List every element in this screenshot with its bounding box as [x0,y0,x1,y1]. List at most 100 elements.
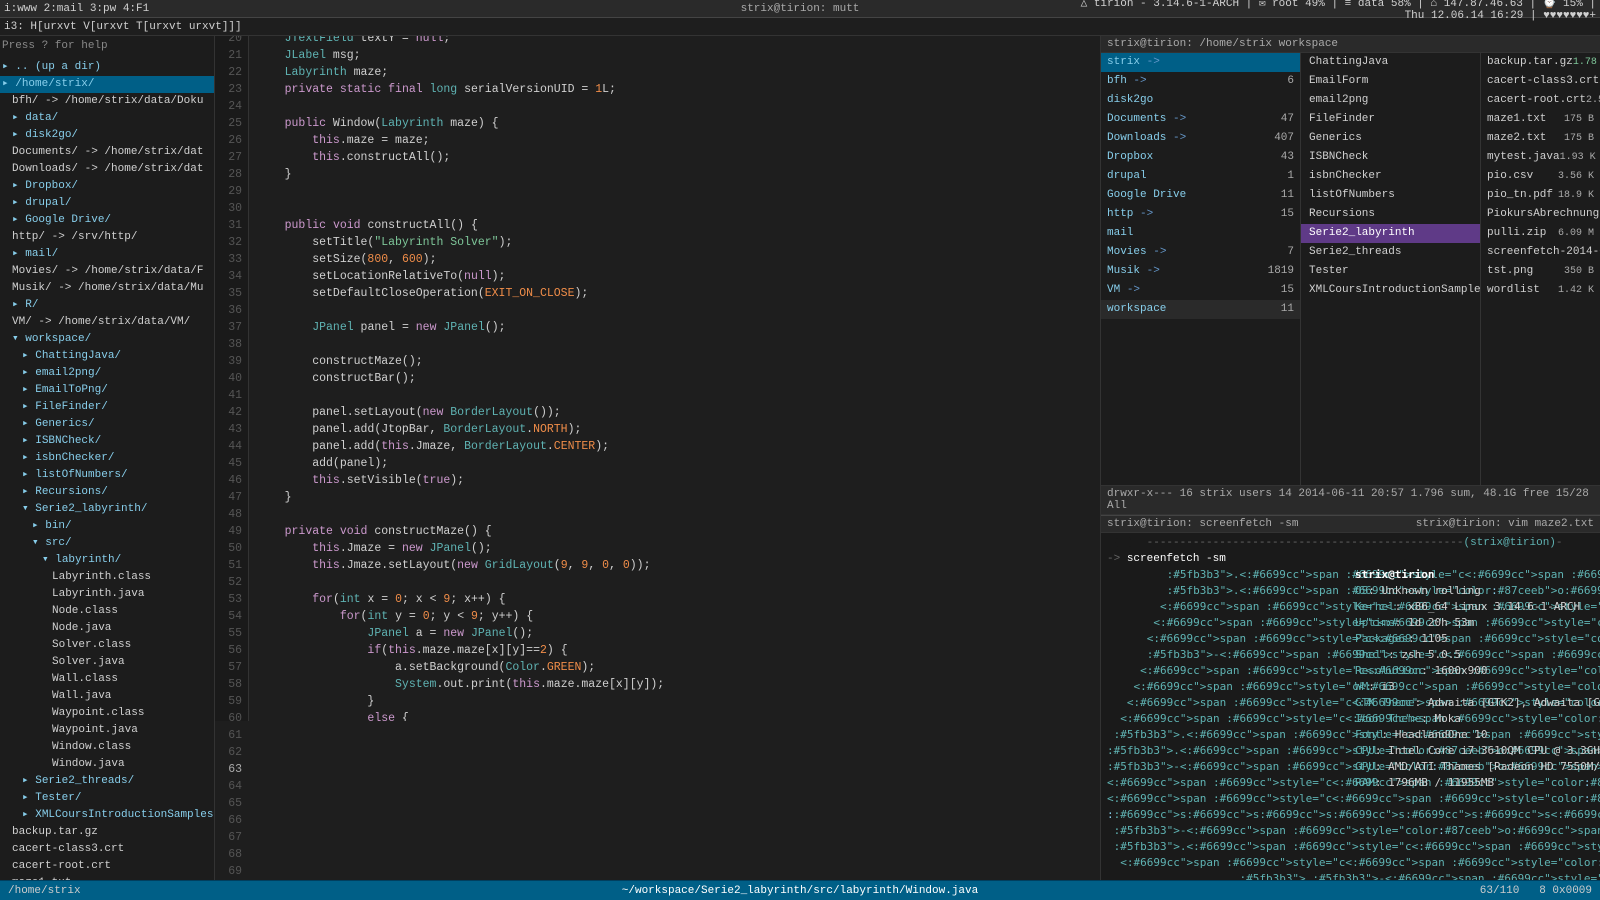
right-filename-item[interactable]: EmailForm [1301,72,1480,91]
right-filename-item[interactable]: isbnChecker [1301,167,1480,186]
sidebar-item[interactable]: ▸ Tester/ [0,790,214,807]
right-filename-item[interactable]: email2png [1301,91,1480,110]
right-filename-item[interactable]: Generics [1301,129,1480,148]
code-content[interactable]: import javax.swing.JButton;import javax.… [249,36,1100,721]
sidebar-item[interactable]: ▸ bin/ [0,518,214,535]
sidebar-item[interactable]: Node.class [0,603,214,620]
sidebar-item[interactable]: ▸ ChattingJava/ [0,348,214,365]
right-filesizes-column[interactable]: backup.tar.gz1.78 Gcacert-class3.crt2.55… [1481,53,1600,485]
sidebar-item[interactable]: ▸ XMLCoursIntroductionSamples/ [0,807,214,824]
sidebar-item[interactable]: ▸ mail/ [0,246,214,263]
right-file-size-item[interactable]: wordlist1.42 K [1481,281,1600,300]
sidebar-item[interactable]: ▾ src/ [0,535,214,552]
sidebar-item[interactable]: ▸ drupal/ [0,195,214,212]
sidebar-item[interactable]: ▾ labyrinth/ [0,552,214,569]
sidebar-item[interactable]: ▸ Serie2_threads/ [0,773,214,790]
ascii-line: :#5fb3b3">.:#5fb3b3">-<:#6699cc">span :#… [1107,871,1347,880]
right-dir-item[interactable]: Movies -> 7 [1101,243,1300,262]
sidebar-item[interactable]: ▸ R/ [0,297,214,314]
right-dir-item[interactable]: drupal 1 [1101,167,1300,186]
sidebar-item[interactable]: ▸ EmailToPng/ [0,382,214,399]
right-dir-item[interactable]: Google Drive 11 [1101,186,1300,205]
right-filename-item[interactable]: listOfNumbers [1301,186,1480,205]
right-dir-item[interactable]: http -> 15 [1101,205,1300,224]
right-dir-item[interactable]: disk2go [1101,91,1300,110]
right-filename-item[interactable]: XMLCoursIntroductionSamples [1301,281,1480,300]
right-file-size-item[interactable]: backup.tar.gz1.78 G [1481,53,1600,72]
sidebar-item[interactable]: ▸ data/ [0,110,214,127]
sidebar-item[interactable]: Wall.class [0,671,214,688]
sidebar-item[interactable]: cacert-root.crt [0,858,214,875]
right-dir-item[interactable]: workspace 11 [1101,300,1300,319]
sidebar-item[interactable]: Labyrinth.class [0,569,214,586]
sidebar-item[interactable]: ▾ workspace/ [0,331,214,348]
sidebar-item[interactable]: Node.java [0,620,214,637]
sidebar-item[interactable]: ▾ Serie2_labyrinth/ [0,501,214,518]
sidebar-item[interactable]: Waypoint.class [0,705,214,722]
sidebar-item[interactable]: ▸ ISBNCheck/ [0,433,214,450]
code-line: this.Jmaze.setLayout(new GridLayout(9, 9… [257,557,1092,574]
sidebar-item[interactable]: maze1.txt [0,875,214,880]
sidebar-item[interactable]: Solver.java [0,654,214,671]
sidebar-item[interactable]: backup.tar.gz [0,824,214,841]
sidebar-item[interactable]: ▸ Dropbox/ [0,178,214,195]
right-filename-item[interactable]: ChattingJava [1301,53,1480,72]
right-dir-item[interactable]: VM -> 15 [1101,281,1300,300]
right-filename-item[interactable]: ISBNCheck [1301,148,1480,167]
sidebar-item[interactable]: ▸ FileFinder/ [0,399,214,416]
right-filename-item[interactable]: Recursions [1301,205,1480,224]
right-file-size-item[interactable]: cacert-root.crt2.51 K [1481,91,1600,110]
sidebar-item[interactable]: http/ -> /srv/http/ [0,229,214,246]
sidebar-item[interactable]: Movies/ -> /home/strix/data/F [0,263,214,280]
right-dir-item[interactable]: Downloads -> 407 [1101,129,1300,148]
right-dir-item[interactable]: strix -> [1101,53,1300,72]
sidebar-item[interactable]: ▸ Recursions/ [0,484,214,501]
sidebar-item[interactable]: ▸ isbnChecker/ [0,450,214,467]
right-dir-item[interactable]: Documents -> 47 [1101,110,1300,129]
right-dir-item[interactable]: Dropbox 43 [1101,148,1300,167]
right-dir-item[interactable]: mail [1101,224,1300,243]
right-file-size-item[interactable]: pio.csv3.56 K [1481,167,1600,186]
sidebar-item[interactable]: ▸ Generics/ [0,416,214,433]
sidebar-item[interactable]: Window.java [0,756,214,773]
sidebar-item[interactable]: Solver.class [0,637,214,654]
terminal-content[interactable]: -(-)- ----------------------------------… [1101,533,1600,880]
right-filename-item[interactable]: FileFinder [1301,110,1480,129]
right-file-size-item[interactable]: pulli.zip6.09 M [1481,224,1600,243]
right-filename-item[interactable]: Tester [1301,262,1480,281]
sidebar-item[interactable]: ▸ email2png/ [0,365,214,382]
sidebar-item[interactable]: Downloads/ -> /home/strix/dat [0,161,214,178]
sidebar-item[interactable]: ▸ listOfNumbers/ [0,467,214,484]
right-dir-item[interactable]: bfh -> 6 [1101,72,1300,91]
code-line: System.out.print(this.maze.maze[x][y]); [257,676,1092,693]
line-number: 36 [221,302,242,319]
right-file-size-item[interactable]: screenfetch-2014-06-12_~226 K [1481,243,1600,262]
right-file-size-item[interactable]: maze1.txt175 B [1481,110,1600,129]
right-file-size-item[interactable]: pio_tn.pdf18.9 K [1481,186,1600,205]
sidebar-item[interactable]: Documents/ -> /home/strix/dat [0,144,214,161]
right-filename-item[interactable]: Serie2_labyrinth [1301,224,1480,243]
sidebar-item[interactable]: Labyrinth.java [0,586,214,603]
sidebar-item[interactable]: ▸ Google Drive/ [0,212,214,229]
right-file-size-item[interactable]: cacert-class3.crt2.55 K [1481,72,1600,91]
right-file-size-item[interactable]: maze2.txt175 B [1481,129,1600,148]
right-filenames-column[interactable]: ChattingJavaEmailFormemail2pngFileFinder… [1301,53,1481,485]
right-file-size-item[interactable]: PiokursAbrechnung.ods31.6 K [1481,205,1600,224]
right-file-size-item[interactable]: mytest.java1.93 K [1481,148,1600,167]
sidebar-item[interactable]: VM/ -> /home/strix/data/VM/ [0,314,214,331]
right-dirs-column[interactable]: strix ->bfh -> 6disk2goDocuments -> 47Do… [1101,53,1301,485]
right-file-size-item[interactable]: tst.png350 B [1481,262,1600,281]
sidebar-item[interactable]: Waypoint.java [0,722,214,739]
right-filename-item[interactable]: Serie2_threads [1301,243,1480,262]
sidebar-item[interactable]: Musik/ -> /home/strix/data/Mu [0,280,214,297]
sidebar-item[interactable]: bfh/ -> /home/strix/data/Doku [0,93,214,110]
sidebar-item[interactable]: cacert-class3.crt [0,841,214,858]
sidebar-item[interactable]: ▸ disk2go/ [0,127,214,144]
sidebar-item[interactable]: ▸ /home/strix/ [0,76,214,93]
sidebar-item[interactable]: ▸ .. (up a dir) [0,59,214,76]
sidebar-item[interactable]: Wall.java [0,688,214,705]
code-container[interactable]: 1112131415161718192021222324252627282930… [215,36,1100,880]
right-dir-item[interactable]: Musik -> 1819 [1101,262,1300,281]
sidebar-item[interactable]: Window.class [0,739,214,756]
file-tree-sidebar[interactable]: Press ? for help ▸ .. (up a dir)▸ /home/… [0,36,215,880]
